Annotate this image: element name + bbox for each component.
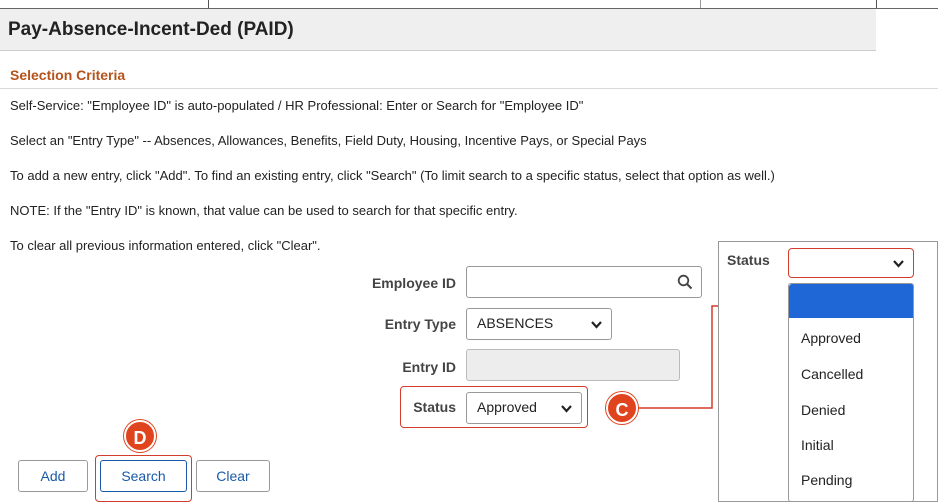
page-title: Pay-Absence-Incent-Ded (PAID)	[0, 9, 876, 51]
callout-d-badge: D	[124, 420, 156, 452]
instruction-line: To add a new entry, click "Add". To find…	[10, 168, 775, 183]
employee-id-label: Employee ID	[371, 275, 456, 291]
entry-type-value: ABSENCES	[477, 315, 554, 331]
search-button[interactable]: Search	[100, 460, 187, 492]
dropdown-option-cancelled[interactable]: Cancelled	[801, 366, 863, 382]
chevron-down-icon	[591, 321, 602, 329]
dropdown-option-denied[interactable]: Denied	[801, 402, 845, 418]
background-page	[0, 0, 938, 8]
status-label: Status	[413, 399, 456, 415]
entry-id-field	[466, 349, 680, 381]
background-edge	[700, 0, 701, 8]
clear-button[interactable]: Clear	[196, 460, 270, 492]
instruction-line: Self-Service: "Employee ID" is auto-popu…	[10, 98, 584, 113]
dropdown-status-select[interactable]	[788, 248, 914, 278]
chevron-down-icon	[561, 405, 572, 413]
instruction-line: Select an "Entry Type" -- Absences, Allo…	[10, 133, 647, 148]
entry-type-select[interactable]: ABSENCES	[466, 308, 612, 340]
dropdown-option-approved[interactable]: Approved	[801, 330, 861, 346]
chevron-down-icon	[893, 260, 904, 268]
search-icon[interactable]	[677, 274, 693, 290]
dropdown-option-blank[interactable]	[789, 284, 913, 318]
status-value: Approved	[477, 399, 537, 415]
instruction-line: NOTE: If the "Entry ID" is known, that v…	[10, 203, 518, 218]
instruction-line: To clear all previous information entere…	[10, 238, 321, 253]
employee-id-field[interactable]	[466, 266, 702, 298]
status-select[interactable]: Approved	[466, 392, 582, 424]
section-title: Selection Criteria	[10, 67, 126, 83]
status-options-list: Approved Cancelled Denied Initial Pendin…	[788, 283, 914, 502]
dropdown-option-initial[interactable]: Initial	[801, 437, 834, 453]
add-button[interactable]: Add	[18, 460, 88, 492]
entry-type-label: Entry Type	[384, 316, 456, 332]
background-edge	[208, 0, 209, 8]
dropdown-option-pending[interactable]: Pending	[801, 472, 852, 488]
dropdown-status-label: Status	[727, 252, 770, 268]
entry-id-label: Entry ID	[402, 359, 456, 375]
section-divider	[0, 88, 938, 89]
callout-c-badge: C	[606, 392, 638, 424]
